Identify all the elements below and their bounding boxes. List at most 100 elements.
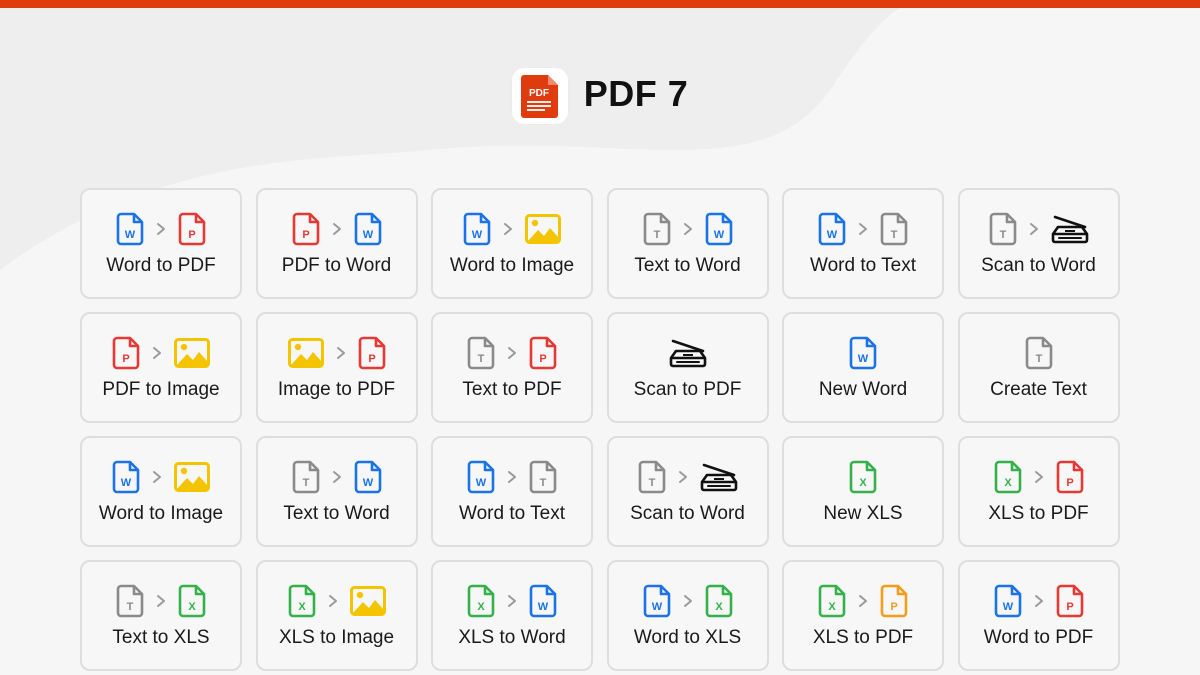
tool-tile[interactable]: P Image to PDF: [255, 312, 418, 423]
tool-label: PDF to Image: [102, 378, 220, 400]
tool-icons: PW: [292, 211, 382, 247]
tool-tile[interactable]: W T Word to Text: [782, 188, 944, 299]
tool-tile[interactable]: W P Word to PDF: [80, 188, 242, 299]
tool-icons: X: [849, 459, 877, 495]
svg-text:T: T: [302, 477, 309, 489]
tool-tile[interactable]: W T Word to Text: [431, 436, 593, 547]
word-file-icon: W: [467, 460, 495, 493]
pdf-file-icon: P: [358, 336, 385, 369]
svg-text:P: P: [188, 229, 195, 241]
chevron-right-icon: [326, 594, 340, 608]
svg-text:P: P: [122, 353, 129, 365]
tool-label: Word to PDF: [106, 254, 216, 276]
tool-tile[interactable]: T Create Text: [957, 312, 1120, 423]
svg-text:T: T: [1035, 353, 1042, 365]
xls-file-icon: X: [178, 584, 206, 617]
tool-label: PDF to Word: [281, 254, 392, 276]
tool-icons: WP: [994, 583, 1084, 619]
tool-icons: X: [288, 583, 386, 619]
scanner-icon: [669, 339, 706, 367]
svg-text:W: W: [121, 477, 132, 489]
image-icon: [174, 461, 210, 492]
chevron-right-icon: [856, 222, 870, 236]
tool-tile[interactable]: X P XLS to PDF: [782, 560, 944, 671]
svg-text:X: X: [477, 601, 485, 613]
chevron-right-icon: [330, 222, 344, 236]
tool-label: New Word: [818, 378, 908, 400]
xls-file-icon: X: [705, 584, 732, 617]
tool-icons: [669, 335, 707, 371]
tool-tile[interactable]: T Scan to Word: [606, 436, 769, 547]
chevron-right-icon: [505, 346, 519, 360]
chevron-right-icon: [676, 470, 690, 484]
tool-label: Create Text: [990, 378, 1087, 400]
text-file-icon: T: [989, 212, 1016, 245]
tool-tile[interactable]: T Scan to Word: [957, 188, 1120, 299]
word-file-icon: W: [112, 460, 140, 493]
svg-text:X: X: [828, 601, 836, 613]
tool-tile[interactable]: X P XLS to PDF: [957, 436, 1120, 547]
tool-icons: WX: [643, 583, 733, 619]
tool-tile[interactable]: Scan to PDF: [606, 312, 769, 423]
chevron-right-icon: [150, 346, 164, 360]
svg-text:P: P: [1066, 601, 1073, 613]
tool-tile[interactable]: X W XLS to Word: [431, 560, 593, 671]
tool-label: Image to PDF: [277, 378, 396, 400]
tool-tile[interactable]: P PDF to Image: [80, 312, 242, 423]
svg-text:P: P: [890, 601, 897, 613]
svg-text:P: P: [302, 229, 309, 241]
tool-tile[interactable]: W Word to Image: [431, 188, 593, 299]
tool-label: Text to XLS: [112, 626, 210, 648]
pdf-file-icon: P: [292, 212, 319, 245]
pdf-file-icon: P: [529, 336, 557, 369]
tool-label: Text to Word: [283, 502, 390, 524]
tool-icons: TW: [292, 459, 382, 495]
tool-label: Word to Text: [459, 502, 565, 524]
text-file-icon: T: [116, 584, 144, 617]
tool-tile[interactable]: T W Text to Word: [606, 188, 769, 299]
svg-text:X: X: [188, 601, 196, 613]
tool-tile[interactable]: T W Text to Word: [255, 436, 418, 547]
app-header: PDF PDF 7: [0, 66, 1200, 126]
tool-tile[interactable]: T P Text to PDF: [431, 312, 593, 423]
tool-icons: TX: [116, 583, 206, 619]
tool-tile[interactable]: W New Word: [782, 312, 944, 423]
chevron-right-icon: [1032, 470, 1046, 484]
tool-tile[interactable]: X XLS to Image: [255, 560, 418, 671]
svg-text:P: P: [1066, 477, 1073, 489]
app-title: PDF 7: [583, 73, 689, 114]
pdf-file-icon: P: [178, 212, 206, 245]
svg-text:T: T: [653, 229, 660, 241]
tool-tile[interactable]: X New XLS: [782, 436, 944, 547]
image-icon: [174, 337, 210, 368]
pdf-file-icon: P: [1056, 460, 1083, 493]
logo-text: PDF: [529, 88, 549, 99]
tool-tile[interactable]: W X Word to XLS: [606, 560, 769, 671]
svg-text:W: W: [362, 229, 373, 241]
svg-text:P: P: [368, 353, 375, 365]
tool-label: XLS to Word: [458, 626, 566, 648]
svg-text:W: W: [827, 229, 838, 241]
tool-label: Text to Word: [634, 254, 741, 276]
text-file-icon: T: [529, 460, 557, 493]
tool-icons: WP: [116, 211, 206, 247]
svg-text:T: T: [478, 353, 485, 365]
xls-file-icon: X: [849, 460, 877, 493]
tool-tile[interactable]: P W PDF to Word: [255, 188, 418, 299]
tool-tile[interactable]: W Word to Image: [80, 436, 242, 547]
tool-label: Scan to Word: [981, 254, 1096, 276]
svg-text:W: W: [362, 477, 373, 489]
xls-file-icon: X: [288, 584, 315, 617]
chevron-right-icon: [154, 222, 168, 236]
app-logo: PDF: [511, 68, 568, 124]
tool-tile[interactable]: W P Word to PDF: [957, 560, 1120, 671]
svg-text:W: W: [651, 601, 662, 613]
tool-tile[interactable]: T X Text to XLS: [80, 560, 242, 671]
svg-text:T: T: [127, 601, 134, 613]
tool-icons: P: [287, 335, 386, 371]
tool-label: Word to Image: [98, 502, 224, 524]
tool-icons: WT: [818, 211, 908, 247]
svg-text:X: X: [1004, 477, 1012, 489]
svg-text:W: W: [1002, 601, 1013, 613]
tool-label: Word to Image: [449, 254, 575, 276]
